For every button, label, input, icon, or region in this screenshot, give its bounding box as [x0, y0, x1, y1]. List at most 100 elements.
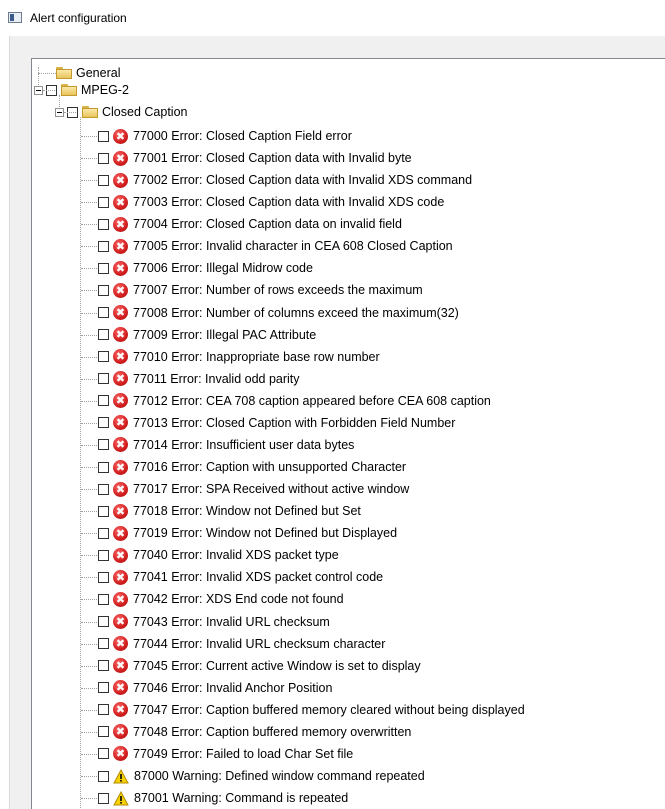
alert-list-item[interactable]: ✖ 77048 Error: Caption buffered memory ov… [98, 721, 411, 743]
alert-list-item[interactable]: ✖ 77047 Error: Caption buffered memory cl… [98, 699, 525, 721]
error-icon: ✖ [113, 128, 128, 144]
alert-checkbox[interactable] [98, 660, 109, 672]
tree-connector [81, 798, 97, 800]
alert-list-item[interactable]: ✖ 77010 Error: Inappropriate base row num… [98, 346, 380, 368]
alert-label: 77000 Error: Closed Caption Field error [133, 129, 352, 143]
alert-list-item[interactable]: ✖ 77002 Error: Closed Caption data with I… [98, 169, 472, 191]
tree-connector [81, 665, 97, 667]
error-icon: ✖ [113, 194, 128, 210]
alert-checkbox[interactable] [98, 240, 109, 252]
tree-connector [81, 577, 97, 579]
alert-checkbox[interactable] [98, 549, 109, 561]
tree-connector [43, 90, 55, 91]
alert-list-item[interactable]: ✖ 77041 Error: Invalid XDS packet control… [98, 566, 383, 588]
alert-list-item[interactable]: ✖ 77045 Error: Current active Window is s… [98, 655, 421, 677]
alert-list-item[interactable]: ✖ 77019 Error: Window not Defined but Dis… [98, 522, 397, 544]
window-title: Alert configuration [30, 11, 127, 25]
alert-list-item[interactable]: ✖ 77005 Error: Invalid character in CEA 6… [98, 235, 453, 257]
alert-checkbox[interactable] [98, 461, 109, 473]
alert-list-item[interactable]: ✖ 77042 Error: XDS End code not found [98, 588, 344, 610]
alert-list-item[interactable]: ✖ 77009 Error: Illegal PAC Attribute [98, 324, 316, 346]
alert-list-item[interactable]: ✖ 77017 Error: SPA Received without activ… [98, 478, 409, 500]
alert-checkbox[interactable] [98, 284, 109, 296]
alert-checkbox[interactable] [98, 130, 109, 142]
alert-checkbox[interactable] [98, 373, 109, 385]
alert-list-item[interactable]: ✖ 77011 Error: Invalid odd parity [98, 368, 300, 390]
alert-checkbox[interactable] [98, 726, 109, 738]
alert-list-item[interactable]: ✖ 77004 Error: Closed Caption data on inv… [98, 213, 402, 235]
alert-list-item[interactable]: ✖ 77012 Error: CEA 708 caption appeared b… [98, 390, 491, 412]
tree-connector [59, 95, 60, 107]
alert-list-item[interactable]: 87000 Warning: Defined window command re… [98, 765, 425, 787]
alert-list-item[interactable]: ✖ 77000 Error: Closed Caption Field error [98, 125, 352, 147]
alert-list-item[interactable]: ✖ 77001 Error: Closed Caption data with I… [98, 147, 412, 169]
alert-checkbox[interactable] [98, 704, 109, 716]
alert-checkbox[interactable] [98, 152, 109, 164]
alert-checkbox[interactable] [98, 792, 109, 804]
alert-checkbox[interactable] [98, 307, 109, 319]
title-bar: Alert configuration [0, 0, 665, 36]
alert-checkbox[interactable] [98, 262, 109, 274]
warning-icon [113, 768, 129, 784]
alert-list-item[interactable]: 87001 Warning: Command is repeated [98, 787, 348, 809]
alert-label: 77005 Error: Invalid character in CEA 60… [133, 239, 453, 254]
tree-connector [81, 731, 97, 733]
collapse-icon[interactable] [34, 85, 43, 95]
error-icon: ✖ [113, 547, 128, 563]
alert-checkbox[interactable] [98, 682, 109, 694]
alert-list-item[interactable]: ✖ 77014 Error: Insufficient user data byt… [98, 434, 354, 456]
alert-label: 77016 Error: Caption with unsupported Ch… [133, 460, 407, 475]
alert-list-item[interactable]: ✖ 77040 Error: Invalid XDS packet type [98, 544, 339, 566]
alert-checkbox[interactable] [98, 417, 109, 429]
alert-label: 77002 Error: Closed Caption data with In… [133, 173, 473, 188]
alert-list-item[interactable]: ✖ 77043 Error: Invalid URL checksum [98, 611, 330, 633]
alert-label: 77048 Error: Caption buffered memory ove… [133, 724, 412, 739]
alert-checkbox[interactable] [98, 770, 109, 782]
tree-node-label: MPEG-2 [81, 83, 129, 97]
alert-list-item[interactable]: ✖ 77049 Error: Failed to load Char Set fi… [98, 743, 353, 765]
error-icon: ✖ [113, 349, 128, 365]
alert-label: 77019 Error: Window not Defined but Disp… [133, 526, 398, 541]
collapse-icon[interactable] [55, 107, 64, 117]
alert-tree[interactable]: General MPEG-2 Closed Caption ✖ 77000 Err… [31, 58, 665, 809]
alert-label: 77007 Error: Number of rows exceeds the … [133, 283, 423, 298]
alert-checkbox[interactable] [98, 571, 109, 583]
alert-checkbox[interactable] [98, 527, 109, 539]
alert-checkbox[interactable] [98, 395, 109, 407]
alert-label: 77006 Error: Illegal Midrow code [133, 261, 313, 276]
alert-list-item[interactable]: ✖ 77008 Error: Number of columns exceed t… [98, 302, 459, 324]
tree-connector [81, 136, 97, 137]
alert-checkbox[interactable] [98, 593, 109, 605]
alert-list-item[interactable]: ✖ 77007 Error: Number of rows exceeds the… [98, 279, 423, 301]
tree-connector [81, 467, 97, 469]
alert-checkbox[interactable] [98, 638, 109, 650]
alert-list-item[interactable]: ✖ 77044 Error: Invalid URL checksum chara… [98, 633, 385, 655]
error-icon: ✖ [113, 746, 128, 762]
error-icon: ✖ [113, 282, 128, 298]
alert-checkbox[interactable] [98, 196, 109, 208]
error-icon: ✖ [113, 636, 128, 652]
alert-checkbox[interactable] [98, 616, 109, 628]
tree-connector [81, 621, 97, 623]
alert-label: 77041 Error: Invalid XDS packet control … [133, 570, 384, 585]
alert-label: 77004 Error: Closed Caption data on inva… [133, 217, 402, 232]
alert-checkbox[interactable] [98, 218, 109, 230]
alert-checkbox[interactable] [98, 483, 109, 495]
alert-checkbox[interactable] [98, 351, 109, 363]
tree-connector [80, 117, 81, 809]
alert-checkbox[interactable] [98, 174, 109, 186]
tree-connector [81, 776, 97, 778]
alert-checkbox[interactable] [98, 329, 109, 341]
tree-connector [81, 334, 97, 336]
tree-connector [81, 709, 97, 711]
alert-checkbox[interactable] [98, 505, 109, 517]
tree-node-label: Closed Caption [102, 105, 188, 119]
alert-list-item[interactable]: ✖ 77046 Error: Invalid Anchor Position [98, 677, 332, 699]
alert-checkbox[interactable] [98, 439, 109, 451]
alert-list-item[interactable]: ✖ 77013 Error: Closed Caption with Forbid… [98, 412, 455, 434]
alert-list-item[interactable]: ✖ 77016 Error: Caption with unsupported C… [98, 456, 406, 478]
alert-list-item[interactable]: ✖ 77018 Error: Window not Defined but Set [98, 500, 361, 522]
alert-list-item[interactable]: ✖ 77006 Error: Illegal Midrow code [98, 257, 313, 279]
alert-list-item[interactable]: ✖ 77003 Error: Closed Caption data with I… [98, 191, 444, 213]
alert-checkbox[interactable] [98, 748, 109, 760]
